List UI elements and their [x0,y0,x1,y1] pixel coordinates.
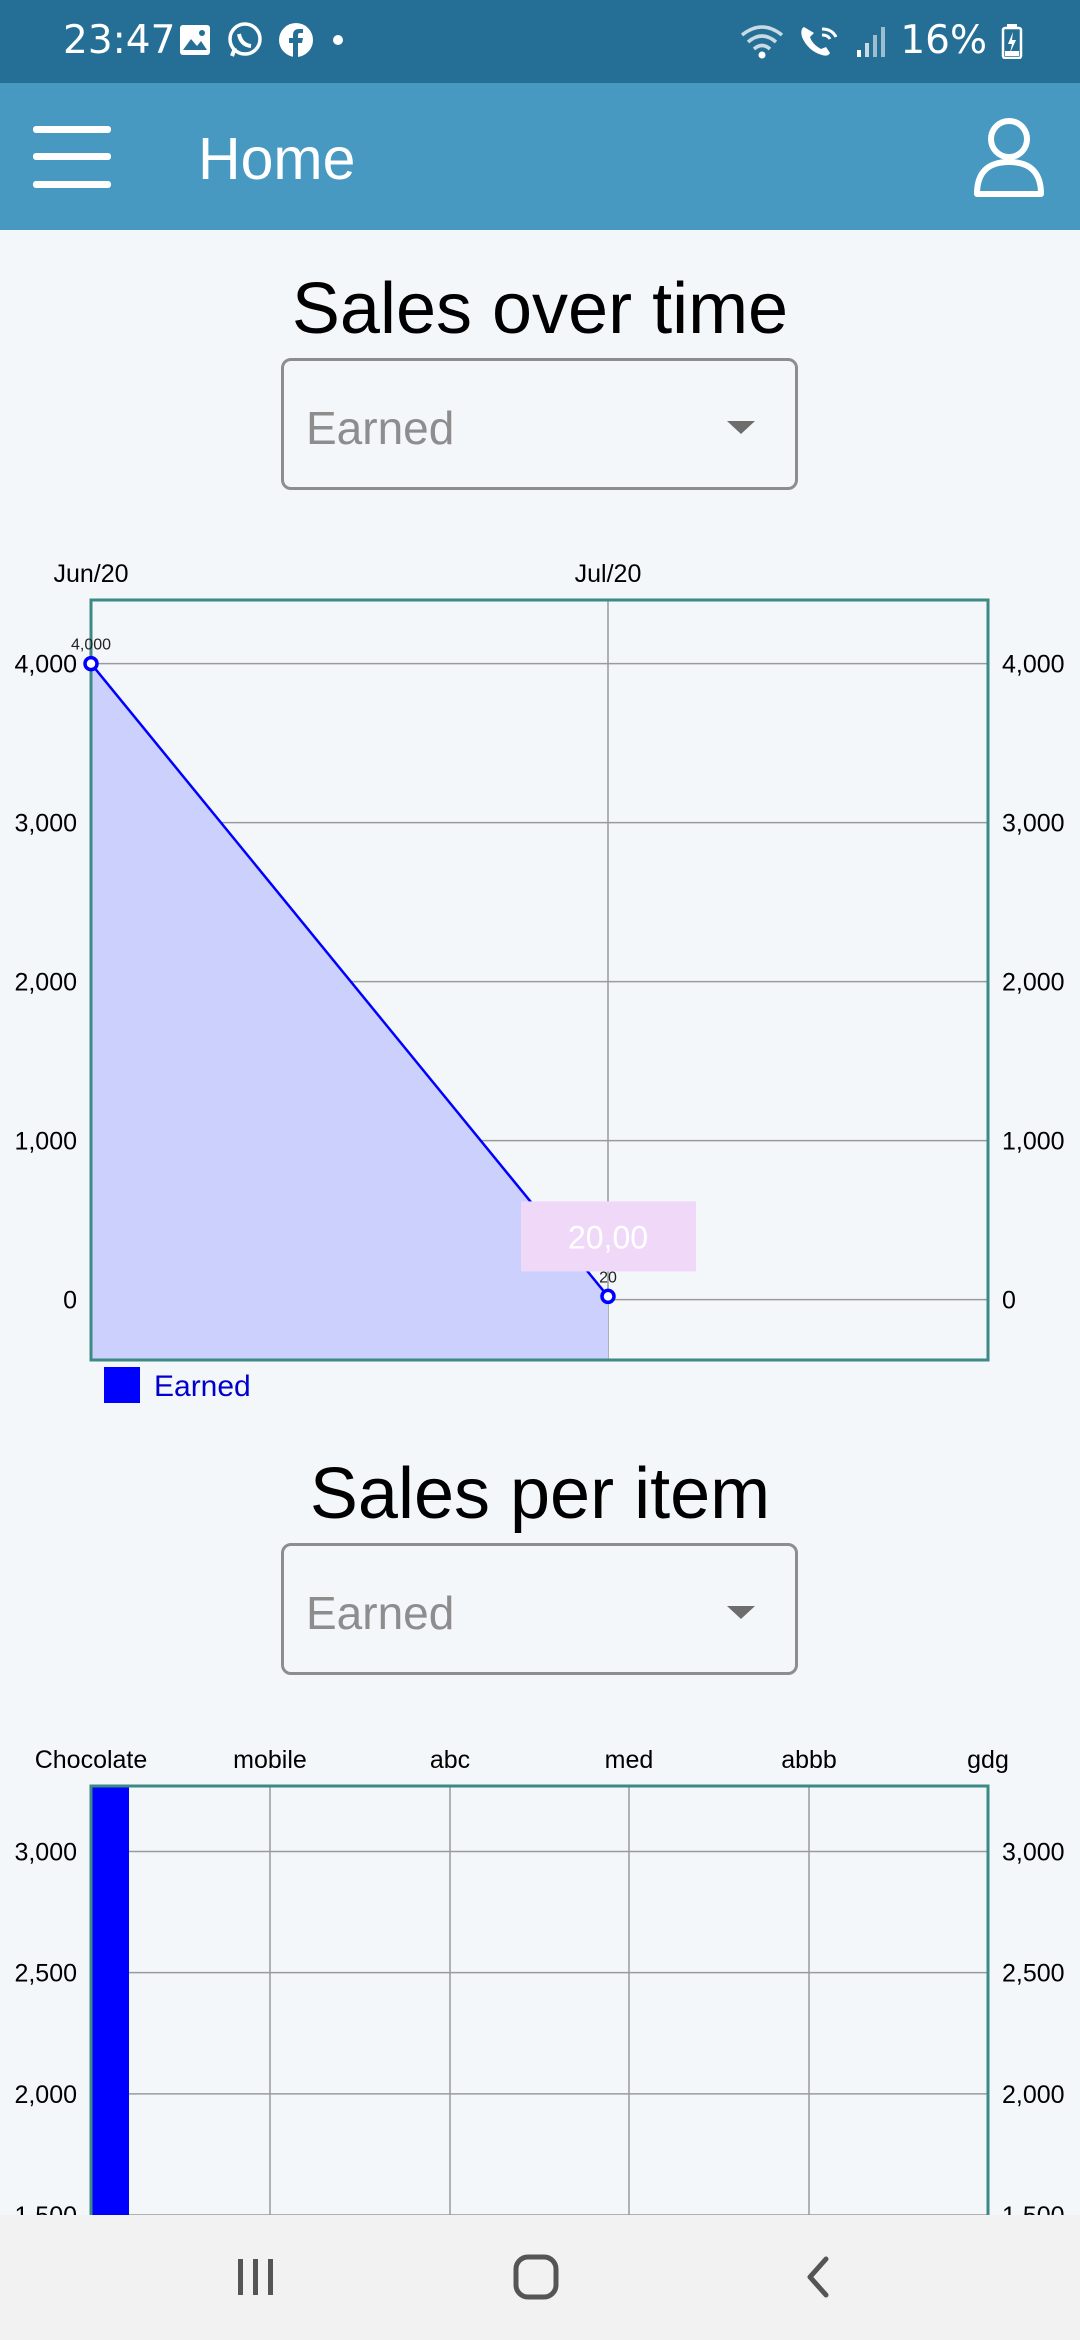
x-tick-label: med [605,1746,654,1774]
dot-icon [333,35,343,45]
y-tick-label-right: 1,000 [1002,1128,1065,1156]
x-tick-label: Jul/20 [575,560,642,588]
home-button[interactable] [496,2237,576,2317]
menu-icon-bar [33,181,111,188]
app-bar: Home [0,83,1080,230]
y-tick-label-right: 4,000 [1002,651,1065,679]
y-tick-label-left: 3,000 [14,810,77,838]
facebook-icon [279,23,313,57]
home-icon [513,2254,559,2300]
y-tick-label-left: 0 [63,1287,77,1315]
whatsapp-icon [228,22,262,57]
recent-apps-button[interactable] [216,2237,296,2317]
status-notification-icons [178,21,348,59]
profile-button[interactable] [972,116,1046,198]
profile-icon [974,118,1044,197]
y-tick-label-right: 3,000 [1002,1838,1065,1866]
legend-swatch [104,1367,140,1403]
page-title: Home [198,126,356,192]
status-bar: 23:47 16% [0,0,1080,83]
x-tick-label: Jun/20 [53,560,128,588]
image-icon [180,25,210,55]
status-system-icons: 16% [740,18,1023,63]
y-tick-label-right: 1,500 [1002,2202,1065,2215]
dropdown-value: Earned [306,402,455,454]
x-tick-label: abc [430,1746,470,1774]
x-tick-label: abbb [781,1746,837,1774]
sales-over-time-chart: 0 01,000 1,0002,000 2,0003,000 3,0004,000 4,0… [14,560,1065,1403]
y-tick-label-right: 2,500 [1002,1960,1065,1988]
sales-per-item-dropdown[interactable]: Earned [281,1543,798,1675]
back-button[interactable] [778,2237,858,2317]
navigation-bar [0,2215,1080,2340]
x-tick-label: mobile [233,1746,307,1774]
y-tick-label-left: 1,000 [14,1128,77,1156]
chevron-down-icon [727,1606,755,1619]
x-tick-label: gdg [967,1746,1009,1774]
sales-per-item-title: Sales per item [309,1454,771,1534]
data-point [600,1288,616,1305]
y-tick-label-right: 2,000 [1002,2081,1065,2109]
y-tick-label-left: 2,500 [14,1960,77,1988]
sales-over-time-title: Sales over time [291,269,789,349]
y-tick-label-left: 3,000 [14,1838,77,1866]
plot-border [89,1784,990,2215]
signal-icon [857,26,886,57]
battery-icon [1001,23,1023,59]
tooltip-text: 20,00 [568,1219,648,1255]
sales-over-time-dropdown[interactable]: Earned [281,358,798,490]
wifi-calling-icon [801,26,838,56]
y-tick-label-right: 0 [1002,1287,1016,1315]
wifi-icon [741,24,784,58]
y-tick-label-right: 2,000 [1002,969,1065,997]
battery-percent: 16% [900,18,987,63]
menu-icon-bar [33,153,111,160]
back-icon [807,2256,829,2298]
chevron-down-icon [727,421,755,434]
menu-icon-bar [33,126,111,133]
sales-per-item-chart: 1,500 1,500 2,000 2,000 2,500 2,500 3,000 3,000… [14,1746,1065,2215]
bar [91,1786,129,2215]
data-label: 20 [599,1269,617,1286]
y-tick-label-left: 1,500 [14,2202,77,2215]
y-tick-label-left: 2,000 [14,2081,77,2109]
legend-label: Earned [154,1370,251,1403]
x-tick-label: Chocolate [35,1746,148,1774]
menu-button[interactable] [33,126,111,188]
y-tick-label-left: 2,000 [14,969,77,997]
data-point [83,655,99,672]
recent-apps-icon [238,2259,273,2295]
dropdown-value: Earned [306,1587,455,1639]
y-tick-label-right: 3,000 [1002,810,1065,838]
status-time: 23:47 [63,18,176,63]
y-tick-label-left: 4,000 [14,651,77,679]
data-label: 4,000 [71,637,111,654]
